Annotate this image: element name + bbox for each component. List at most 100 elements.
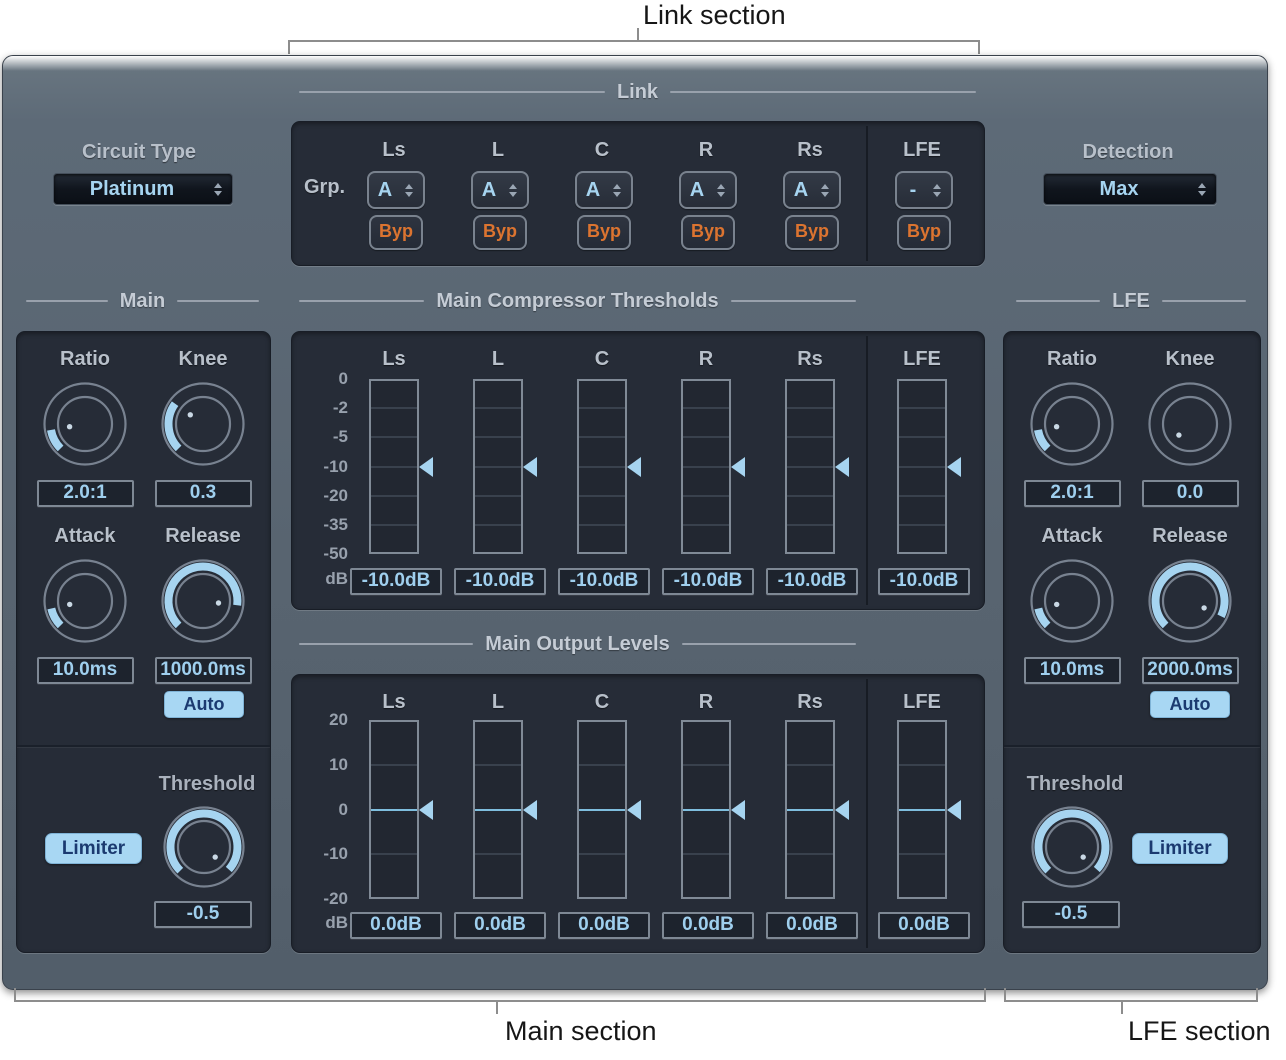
thr-value-rs[interactable]: -10.0dB bbox=[766, 568, 858, 595]
thr-meter-ls[interactable] bbox=[369, 379, 419, 554]
out-threshold-marker-l[interactable] bbox=[523, 800, 537, 820]
thr-gridline bbox=[683, 495, 729, 497]
thr-meter-lfe[interactable] bbox=[897, 379, 947, 554]
link-channel-label-lfe: LFE bbox=[892, 139, 952, 162]
thr-value-l[interactable]: -10.0dB bbox=[454, 568, 546, 595]
thr-threshold-marker-lfe[interactable] bbox=[947, 457, 961, 477]
thr-meter-rs[interactable] bbox=[785, 379, 835, 554]
thr-threshold-marker-rs[interactable] bbox=[835, 457, 849, 477]
main-threshold-value[interactable]: -0.5 bbox=[154, 901, 252, 928]
stepper-arrows-icon[interactable] bbox=[210, 183, 226, 196]
out-zero-line-rs bbox=[787, 809, 833, 811]
main-callout-tick bbox=[496, 1000, 498, 1014]
main-ratio-value[interactable]: 2.0:1 bbox=[37, 480, 134, 507]
circuit-type-dropdown[interactable]: Platinum bbox=[53, 173, 233, 205]
thr-scale-0: 0 bbox=[300, 369, 348, 389]
main-ratio-knob[interactable] bbox=[42, 381, 128, 467]
out-threshold-marker-c[interactable] bbox=[627, 800, 641, 820]
lfe-section-callout: LFE section bbox=[1128, 1016, 1271, 1047]
lfe-auto-button[interactable]: Auto bbox=[1150, 691, 1230, 718]
stepper-arrows-icon[interactable] bbox=[713, 184, 729, 197]
lfe-panel: Ratio 2.0:1 Knee 0.0 Attack 10.0ms Relea… bbox=[1003, 331, 1261, 953]
lfe-release-cell: Release 2000.0ms bbox=[1138, 524, 1242, 684]
stepper-arrows-icon[interactable] bbox=[401, 184, 417, 197]
out-channel-label-lfe: LFE bbox=[892, 691, 952, 714]
thr-gridline bbox=[579, 407, 625, 409]
out-meter-c[interactable] bbox=[577, 720, 627, 899]
group-selector-ls[interactable]: A bbox=[367, 171, 425, 209]
thr-value-ls[interactable]: -10.0dB bbox=[350, 568, 442, 595]
group-value-c: A bbox=[577, 175, 609, 205]
lfe-threshold-value[interactable]: -0.5 bbox=[1022, 901, 1120, 928]
lfe-release-value[interactable]: 2000.0ms bbox=[1142, 657, 1239, 684]
thr-gridline bbox=[475, 466, 521, 468]
stepper-arrows-icon[interactable] bbox=[929, 184, 945, 197]
lfe-release-knob[interactable] bbox=[1147, 558, 1233, 644]
stepper-arrows-icon[interactable] bbox=[505, 184, 521, 197]
thr-meter-l[interactable] bbox=[473, 379, 523, 554]
out-meter-rs[interactable] bbox=[785, 720, 835, 899]
out-threshold-marker-lfe[interactable] bbox=[947, 800, 961, 820]
bypass-button-ls[interactable]: Byp bbox=[369, 215, 423, 250]
bypass-button-c[interactable]: Byp bbox=[577, 215, 631, 250]
main-auto-button[interactable]: Auto bbox=[164, 691, 244, 718]
out-value-rs[interactable]: 0.0dB bbox=[766, 912, 858, 939]
main-limiter-button[interactable]: Limiter bbox=[45, 833, 142, 864]
thr-gridline bbox=[475, 436, 521, 438]
out-value-c[interactable]: 0.0dB bbox=[558, 912, 650, 939]
detection-dropdown[interactable]: Max bbox=[1043, 173, 1217, 205]
out-meter-l[interactable] bbox=[473, 720, 523, 899]
lfe-limiter-button[interactable]: Limiter bbox=[1132, 833, 1228, 864]
lfe-attack-knob[interactable] bbox=[1029, 558, 1115, 644]
out-meter-lfe[interactable] bbox=[897, 720, 947, 899]
out-meter-ls[interactable] bbox=[369, 720, 419, 899]
out-value-lfe[interactable]: 0.0dB bbox=[878, 912, 970, 939]
thr-value-r[interactable]: -10.0dB bbox=[662, 568, 754, 595]
thr-meter-r[interactable] bbox=[681, 379, 731, 554]
main-threshold-label: Threshold bbox=[147, 773, 267, 796]
group-selector-lfe[interactable]: - bbox=[895, 171, 953, 209]
thr-threshold-marker-ls[interactable] bbox=[419, 457, 433, 477]
main-threshold-knob[interactable] bbox=[162, 805, 246, 889]
main-knee-knob[interactable] bbox=[160, 381, 246, 467]
bypass-button-lfe[interactable]: Byp bbox=[897, 215, 951, 250]
lfe-attack-cell: Attack 10.0ms bbox=[1020, 524, 1124, 684]
out-value-ls[interactable]: 0.0dB bbox=[350, 912, 442, 939]
bypass-button-l[interactable]: Byp bbox=[473, 215, 527, 250]
lfe-ratio-value[interactable]: 2.0:1 bbox=[1024, 480, 1121, 507]
lfe-attack-value[interactable]: 10.0ms bbox=[1024, 657, 1121, 684]
out-threshold-marker-ls[interactable] bbox=[419, 800, 433, 820]
out-scale-0: 0 bbox=[300, 800, 348, 820]
lfe-ratio-knob[interactable] bbox=[1029, 381, 1115, 467]
stepper-arrows-icon[interactable] bbox=[609, 184, 625, 197]
out-meter-r[interactable] bbox=[681, 720, 731, 899]
out-threshold-marker-rs[interactable] bbox=[835, 800, 849, 820]
thr-meter-c[interactable] bbox=[577, 379, 627, 554]
group-selector-c[interactable]: A bbox=[575, 171, 633, 209]
link-bracket-left-tick bbox=[288, 40, 290, 54]
lfe-knee-knob[interactable] bbox=[1147, 381, 1233, 467]
main-attack-value[interactable]: 10.0ms bbox=[37, 657, 134, 684]
main-release-knob[interactable] bbox=[160, 558, 246, 644]
thr-threshold-marker-r[interactable] bbox=[731, 457, 745, 477]
bypass-button-rs[interactable]: Byp bbox=[785, 215, 839, 250]
group-selector-rs[interactable]: A bbox=[783, 171, 841, 209]
thr-threshold-marker-l[interactable] bbox=[523, 457, 537, 477]
main-release-value[interactable]: 1000.0ms bbox=[155, 657, 252, 684]
group-selector-r[interactable]: A bbox=[679, 171, 737, 209]
lfe-knee-value[interactable]: 0.0 bbox=[1142, 480, 1239, 507]
stepper-arrows-icon[interactable] bbox=[1194, 183, 1210, 196]
main-knee-value[interactable]: 0.3 bbox=[155, 480, 252, 507]
lfe-threshold-knob[interactable] bbox=[1030, 805, 1114, 889]
out-value-r[interactable]: 0.0dB bbox=[662, 912, 754, 939]
group-selector-l[interactable]: A bbox=[471, 171, 529, 209]
bypass-button-r[interactable]: Byp bbox=[681, 215, 735, 250]
main-attack-knob[interactable] bbox=[42, 558, 128, 644]
thr-threshold-marker-c[interactable] bbox=[627, 457, 641, 477]
thr-value-lfe[interactable]: -10.0dB bbox=[878, 568, 970, 595]
out-threshold-marker-r[interactable] bbox=[731, 800, 745, 820]
thr-gridline bbox=[899, 495, 945, 497]
thr-value-c[interactable]: -10.0dB bbox=[558, 568, 650, 595]
out-value-l[interactable]: 0.0dB bbox=[454, 912, 546, 939]
stepper-arrows-icon[interactable] bbox=[817, 184, 833, 197]
